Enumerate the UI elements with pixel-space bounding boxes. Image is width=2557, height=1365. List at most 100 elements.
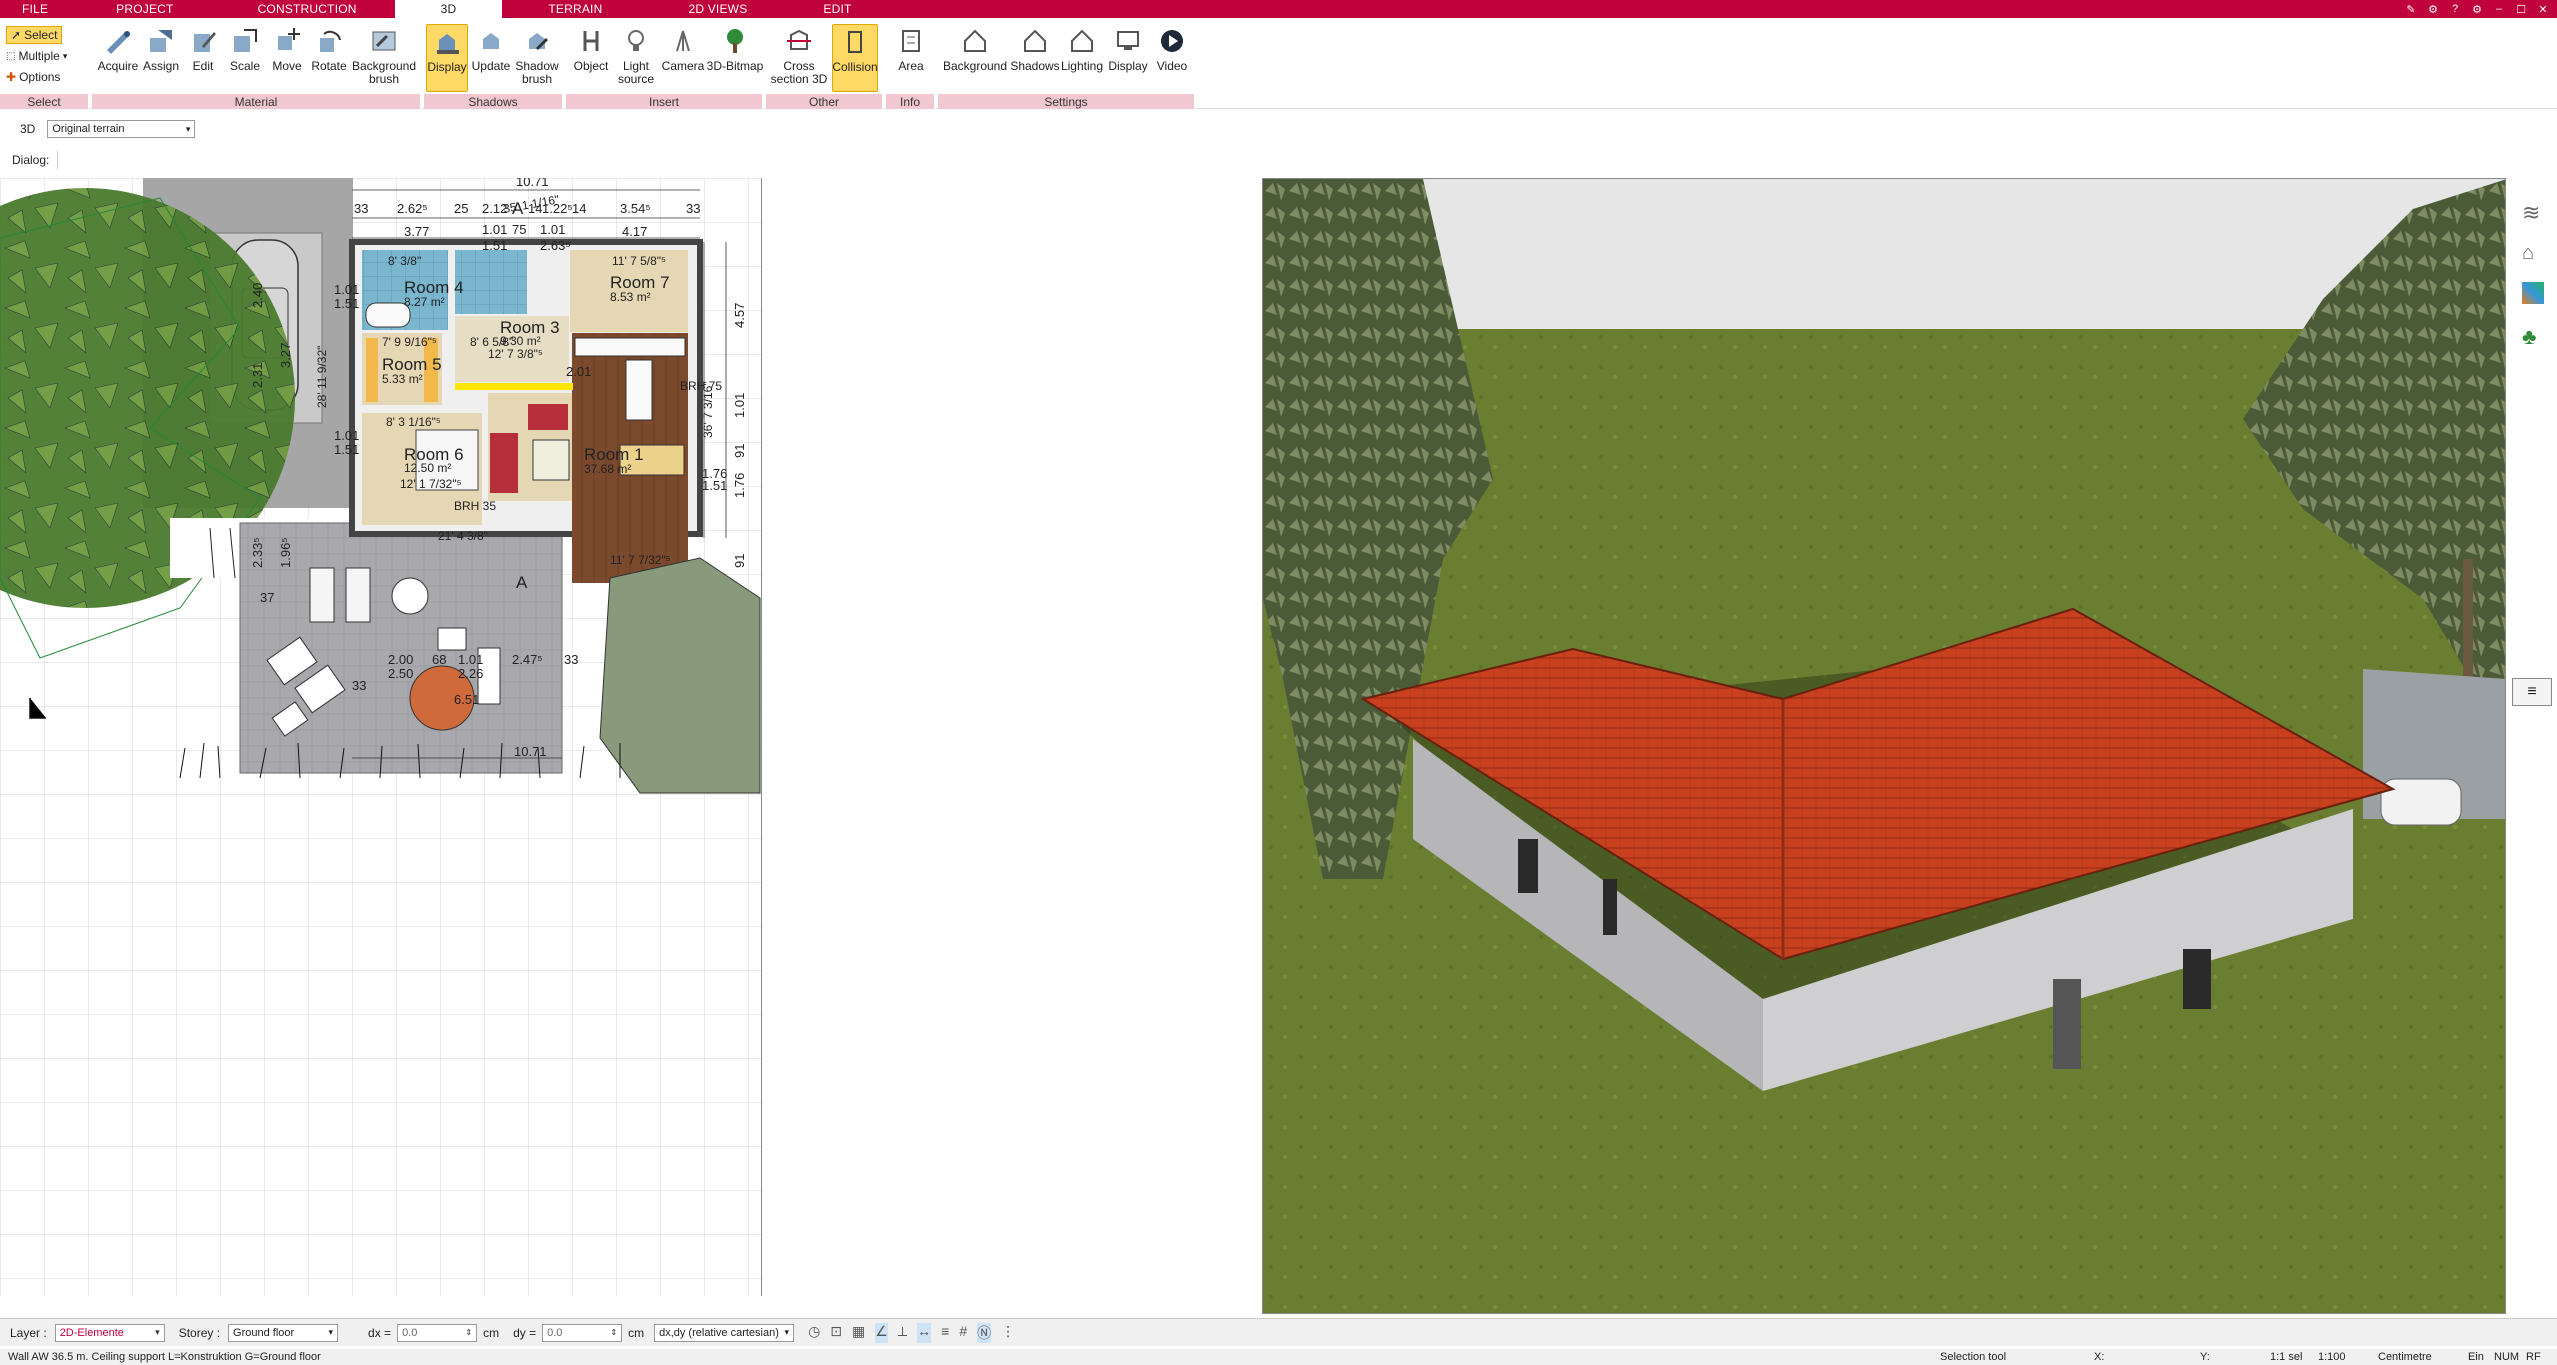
- dx-input[interactable]: 0.0 ⇕: [397, 1323, 478, 1342]
- dy-input[interactable]: 0.0 ⇕: [542, 1323, 623, 1342]
- tab-construction[interactable]: CONSTRUCTION: [220, 0, 395, 18]
- 3d-bitmap-button[interactable]: 3D-Bitmap: [706, 24, 764, 73]
- tab-3d[interactable]: 3D: [394, 0, 503, 18]
- shadow-display-icon: [430, 25, 464, 59]
- collision-button[interactable]: Collision: [832, 24, 878, 92]
- room-4-area: 8.27 m²: [404, 295, 445, 309]
- options-button[interactable]: ✚ Options: [6, 70, 60, 84]
- chevron-down-icon: ▾: [62, 50, 68, 61]
- settings-group-label: Settings: [938, 94, 1196, 109]
- dim-terrace-3: 1.01: [458, 652, 483, 667]
- area-button[interactable]: Area: [890, 24, 932, 73]
- window-right: [2183, 949, 2211, 1009]
- rotate-button[interactable]: Rotate: [308, 24, 350, 73]
- acquire-button[interactable]: Acquire: [97, 24, 139, 73]
- chair-icon[interactable]: ⌂: [2522, 242, 2534, 265]
- dim-second-0: 3.77: [404, 224, 429, 239]
- layer-select[interactable]: 2D-Elemente ▾: [54, 1323, 165, 1342]
- scale-plan: 1:100: [2318, 1351, 2346, 1363]
- grid-icon[interactable]: #: [959, 1323, 967, 1343]
- dim-left-5: 1.01: [334, 428, 359, 443]
- 3d-scene[interactable]: [1263, 179, 2506, 1314]
- monitor-icon: [1111, 24, 1145, 58]
- minimize-icon[interactable]: –: [2491, 2, 2507, 16]
- materials-icon[interactable]: [2522, 282, 2544, 304]
- lighting-button[interactable]: Lighting: [1060, 24, 1104, 73]
- scale-button[interactable]: Scale: [224, 24, 266, 73]
- tab-terrain[interactable]: TERRAIN: [502, 0, 648, 18]
- storey-select[interactable]: Ground floor ▾: [228, 1323, 339, 1342]
- dim-terrace-10: 37: [260, 590, 274, 605]
- spinner-icon[interactable]: ⇕: [610, 1328, 617, 1337]
- display-settings-button[interactable]: Display: [1106, 24, 1150, 73]
- edit-button[interactable]: Edit: [182, 24, 224, 73]
- section-mark-bottom: A: [516, 573, 528, 592]
- update-shadows-button[interactable]: Update: [470, 24, 512, 73]
- object-button[interactable]: Object: [568, 24, 614, 73]
- info-group: Area Info: [886, 18, 936, 109]
- angle-icon[interactable]: ∠: [875, 1322, 888, 1343]
- lighting-icon: [1065, 24, 1099, 58]
- terrain-select[interactable]: Original terrain ▾: [47, 120, 196, 138]
- layers-icon[interactable]: ≋: [2522, 200, 2540, 226]
- dy-unit: cm: [628, 1325, 645, 1340]
- round-table: [391, 577, 429, 615]
- assign-button[interactable]: Assign: [140, 24, 182, 73]
- more-icon[interactable]: ⋮: [1001, 1323, 1015, 1343]
- tree-icon[interactable]: ♣: [2522, 324, 2536, 350]
- cross-section-3d-button[interactable]: Cross section 3D: [770, 24, 828, 86]
- panel-toggle-icon[interactable]: ≡: [2512, 678, 2552, 706]
- multiple-dropdown[interactable]: ⬚ Multiple ▾: [6, 49, 67, 63]
- move-button[interactable]: Move: [266, 24, 308, 73]
- dimension-icon[interactable]: ↔: [917, 1322, 932, 1343]
- tab-file[interactable]: FILE: [0, 0, 70, 18]
- close-icon[interactable]: ✕: [2535, 2, 2551, 16]
- tools-icon[interactable]: ✎: [2403, 2, 2419, 16]
- spinner-icon[interactable]: ⇕: [465, 1328, 472, 1337]
- 3d-view[interactable]: [1262, 178, 2506, 1314]
- dim-right-0: 4.57: [732, 303, 747, 328]
- lounger-1: [309, 567, 335, 623]
- tab-2d-views[interactable]: 2D VIEWS: [648, 0, 787, 18]
- light-source-button[interactable]: Light source: [614, 24, 658, 86]
- dim-right-4: 91: [732, 554, 747, 568]
- scale-sel: 1:1 sel: [2270, 1351, 2303, 1363]
- display-shadows-button[interactable]: Display: [426, 24, 468, 92]
- background-button[interactable]: Background: [942, 24, 1008, 73]
- misc-4: BRH 75: [680, 379, 722, 393]
- mode-ein: Ein: [2468, 1351, 2484, 1363]
- floor-plan-view[interactable]: 10.71 33 2.62⁵ 25 2.12 14 1.22⁵ 14 3.54⁵…: [0, 178, 762, 1296]
- camera-button[interactable]: Camera: [660, 24, 706, 73]
- cross-section-icon: [782, 24, 816, 58]
- help-icon[interactable]: ?: [2447, 2, 2463, 16]
- ortho-icon[interactable]: ⟂: [898, 1323, 907, 1343]
- extra-icon[interactable]: ⚙: [2469, 2, 2485, 16]
- snap-grid-icon[interactable]: ▦: [852, 1323, 865, 1343]
- dim-terrace-4: 2.26: [458, 666, 483, 681]
- coord-mode-select[interactable]: dx,dy (relative cartesian) ▾: [654, 1323, 795, 1342]
- dim-second-1: 1.01: [482, 222, 507, 237]
- shadow-brush-button[interactable]: Shadow brush: [512, 24, 562, 86]
- clock-icon[interactable]: ◷: [808, 1323, 820, 1343]
- shrub-right: [599, 557, 761, 794]
- dim-second-3: 1.01: [540, 222, 565, 237]
- room-3-area: 9.30 m²: [500, 334, 541, 348]
- tab-project[interactable]: PROJECT: [70, 0, 219, 18]
- dim-top-total: 10.71: [516, 178, 549, 189]
- tab-edit[interactable]: EDIT: [787, 0, 887, 18]
- dx-label: dx =: [368, 1325, 392, 1340]
- floor-plan-canvas[interactable]: 10.71 33 2.62⁵ 25 2.12 14 1.22⁵ 14 3.54⁵…: [0, 178, 762, 1296]
- background-brush-button[interactable]: Background brush: [350, 24, 418, 86]
- active-tool: Selection tool: [1940, 1351, 2007, 1363]
- dim-left-1: 1.51: [334, 296, 359, 311]
- dim-top-6: 14: [572, 201, 586, 216]
- magnet-icon[interactable]: Ⓝ: [977, 1322, 992, 1343]
- snap-icon[interactable]: ⊡: [830, 1323, 842, 1343]
- video-button[interactable]: Video: [1152, 24, 1192, 73]
- shadows-settings-button[interactable]: Shadows: [1010, 24, 1060, 73]
- layers-toggle-icon[interactable]: ≡: [941, 1323, 949, 1343]
- select-button[interactable]: ➚ Select: [6, 26, 63, 44]
- settings-icon[interactable]: ⚙: [2425, 2, 2441, 16]
- chevron-down-icon: ▾: [185, 123, 191, 134]
- maximize-icon[interactable]: ☐: [2513, 2, 2529, 16]
